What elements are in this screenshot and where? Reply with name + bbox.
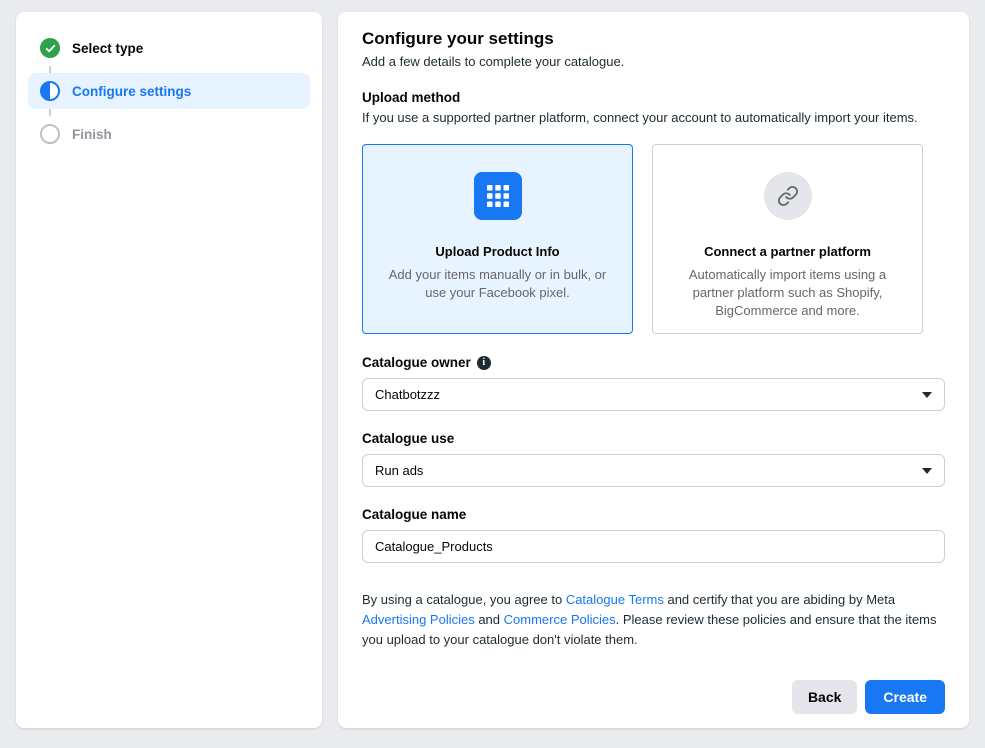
advertising-policies-link[interactable]: Advertising Policies: [362, 612, 475, 627]
selected-value: Run ads: [375, 463, 423, 478]
catalogue-name-label: Catalogue name: [362, 507, 945, 523]
upload-method-description: If you use a supported partner platform,…: [362, 108, 922, 128]
stepper-step-configure-settings[interactable]: Configure settings: [28, 73, 310, 109]
page-title: Configure your settings: [362, 28, 945, 49]
settings-panel: Configure your settings Add a few detail…: [338, 12, 969, 728]
catalogue-owner-label: Catalogue owner i: [362, 355, 945, 371]
upload-method-options: Upload Product Info Add your items manua…: [362, 144, 945, 334]
option-description: Add your items manually or in bulk, or u…: [385, 266, 610, 302]
field-label-text: Catalogue owner: [362, 355, 471, 371]
half-filled-circle-icon: [40, 81, 60, 101]
stepper-step-select-type[interactable]: Select type: [28, 30, 310, 66]
legal-text-segment: and: [475, 612, 504, 627]
catalogue-use-label: Catalogue use: [362, 431, 945, 447]
commerce-policies-link[interactable]: Commerce Policies: [504, 612, 616, 627]
catalogue-name-input[interactable]: [362, 530, 945, 563]
step-label: Select type: [72, 41, 143, 56]
field-label-text: Catalogue use: [362, 431, 454, 447]
footer-actions: Back Create: [362, 680, 945, 716]
catalogue-use-select[interactable]: Run ads: [362, 454, 945, 487]
legal-text-segment: and certify that you are abiding by Meta: [664, 592, 895, 607]
catalogue-owner-select[interactable]: Chatbotzzz: [362, 378, 945, 411]
catalogue-owner-field: Catalogue owner i Chatbotzzz: [362, 355, 945, 411]
circle-outline-icon: [40, 124, 60, 144]
caret-down-icon: [922, 392, 932, 398]
info-icon[interactable]: i: [477, 356, 491, 370]
page-subtitle: Add a few details to complete your catal…: [362, 53, 945, 71]
selected-value: Chatbotzzz: [375, 387, 440, 402]
connect-partner-platform-card[interactable]: Connect a partner platform Automatically…: [652, 144, 923, 334]
step-label: Finish: [72, 127, 112, 142]
catalogue-use-field: Catalogue use Run ads: [362, 431, 945, 487]
option-title: Connect a partner platform: [704, 244, 871, 259]
check-icon: [40, 38, 60, 58]
upload-method-heading: Upload method: [362, 89, 945, 106]
legal-text-segment: By using a catalogue, you agree to: [362, 592, 566, 607]
caret-down-icon: [922, 468, 932, 474]
step-connector: [49, 109, 51, 116]
stepper-step-finish[interactable]: Finish: [28, 116, 310, 152]
upload-product-info-card[interactable]: Upload Product Info Add your items manua…: [362, 144, 633, 334]
back-button[interactable]: Back: [792, 680, 857, 714]
legal-text: By using a catalogue, you agree to Catal…: [362, 590, 945, 650]
catalogue-terms-link[interactable]: Catalogue Terms: [566, 592, 664, 607]
option-description: Automatically import items using a partn…: [675, 266, 900, 320]
field-label-text: Catalogue name: [362, 507, 466, 523]
link-icon: [764, 172, 812, 220]
create-button[interactable]: Create: [865, 680, 945, 714]
grid-icon: [474, 172, 522, 220]
step-label: Configure settings: [72, 84, 191, 99]
stepper-panel: Select type Configure settings Finish: [16, 12, 322, 728]
option-title: Upload Product Info: [435, 244, 559, 259]
catalogue-name-field: Catalogue name: [362, 507, 945, 563]
step-connector: [49, 66, 51, 73]
